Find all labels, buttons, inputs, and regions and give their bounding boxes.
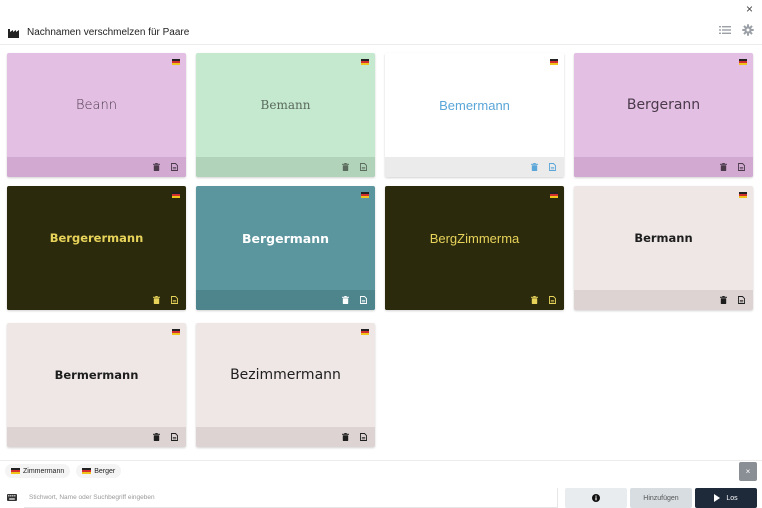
selected-names-chips: Zimmermann Berger xyxy=(5,464,122,478)
document-icon[interactable] xyxy=(360,163,367,171)
merged-name: Bemann xyxy=(260,98,311,112)
add-button[interactable]: Hinzufügen xyxy=(630,488,692,508)
document-icon[interactable] xyxy=(549,296,556,304)
trash-icon[interactable] xyxy=(531,163,538,171)
merged-name: Beann xyxy=(76,97,117,113)
trash-icon[interactable] xyxy=(342,296,349,304)
info-button[interactable] xyxy=(565,488,627,508)
document-icon[interactable] xyxy=(360,433,367,441)
close-window-button[interactable]: × xyxy=(746,3,753,15)
card-footer xyxy=(385,157,564,177)
input-row: Hinzufügen Los xyxy=(0,488,762,508)
merged-name: Bermann xyxy=(634,231,693,245)
document-icon[interactable] xyxy=(738,163,745,171)
name-card[interactable]: Beann xyxy=(7,53,186,177)
card-footer xyxy=(196,290,375,310)
list-icon[interactable] xyxy=(719,24,731,36)
trash-icon[interactable] xyxy=(342,433,349,441)
gear-icon[interactable] xyxy=(742,24,754,36)
chip-label: Berger xyxy=(94,467,116,475)
german-flag-icon xyxy=(82,468,92,474)
document-icon[interactable] xyxy=(171,296,178,304)
header-divider xyxy=(0,44,762,45)
go-button-label: Los xyxy=(726,494,738,502)
page-title: Nachnamen verschmelzen für Paare xyxy=(27,26,190,38)
trash-icon[interactable] xyxy=(720,296,727,304)
play-icon xyxy=(714,494,721,502)
name-card[interactable]: Bermann xyxy=(574,186,753,310)
trash-icon[interactable] xyxy=(153,433,160,441)
info-icon xyxy=(592,494,600,502)
document-icon[interactable] xyxy=(549,163,556,171)
clear-selection-button[interactable]: × xyxy=(739,462,757,481)
document-icon[interactable] xyxy=(171,433,178,441)
card-footer xyxy=(196,427,375,447)
merged-name: Bezimmermann xyxy=(230,367,341,383)
app-window: × Nachnamen verschmelzen für Paare Beann… xyxy=(0,0,762,508)
card-footer xyxy=(196,157,375,177)
go-button[interactable]: Los xyxy=(695,488,757,508)
trash-icon[interactable] xyxy=(531,296,538,304)
name-card[interactable]: Bemermann xyxy=(385,53,564,177)
name-card[interactable]: BergZimmerma xyxy=(385,186,564,310)
merged-name: Bermermann xyxy=(54,368,139,382)
chip-label: Zimmermann xyxy=(23,467,65,475)
factory-icon xyxy=(8,29,19,38)
name-card[interactable]: Bergerann xyxy=(574,53,753,177)
bottom-divider xyxy=(0,460,762,461)
keyboard-icon xyxy=(7,494,17,501)
trash-icon[interactable] xyxy=(720,163,727,171)
name-chip[interactable]: Berger xyxy=(76,464,122,478)
card-footer xyxy=(7,157,186,177)
merged-name: Bergerann xyxy=(626,97,701,113)
card-footer xyxy=(7,290,186,310)
name-card[interactable]: Bergerermann xyxy=(7,186,186,310)
name-card[interactable]: Bermermann xyxy=(7,323,186,447)
search-input[interactable] xyxy=(24,488,558,508)
card-footer xyxy=(7,427,186,447)
document-icon[interactable] xyxy=(360,296,367,304)
header: Nachnamen verschmelzen für Paare xyxy=(0,20,762,44)
german-flag-icon xyxy=(11,468,20,474)
trash-icon[interactable] xyxy=(342,163,349,171)
document-icon[interactable] xyxy=(738,296,745,304)
name-chip[interactable]: Zimmermann xyxy=(5,464,71,478)
name-card[interactable]: Bezimmermann xyxy=(196,323,375,447)
card-footer xyxy=(574,290,753,310)
trash-icon[interactable] xyxy=(153,296,160,304)
card-footer xyxy=(385,290,564,310)
card-footer xyxy=(574,157,753,177)
name-card[interactable]: Bemann xyxy=(196,53,375,177)
document-icon[interactable] xyxy=(171,163,178,171)
name-card[interactable]: Bergermann xyxy=(196,186,375,310)
merged-name: BergZimmerma xyxy=(429,230,520,246)
merged-name: Bergermann xyxy=(241,230,330,246)
merged-name: Bemermann xyxy=(439,97,510,113)
trash-icon[interactable] xyxy=(153,163,160,171)
merged-name: Bergerermann xyxy=(49,231,144,245)
